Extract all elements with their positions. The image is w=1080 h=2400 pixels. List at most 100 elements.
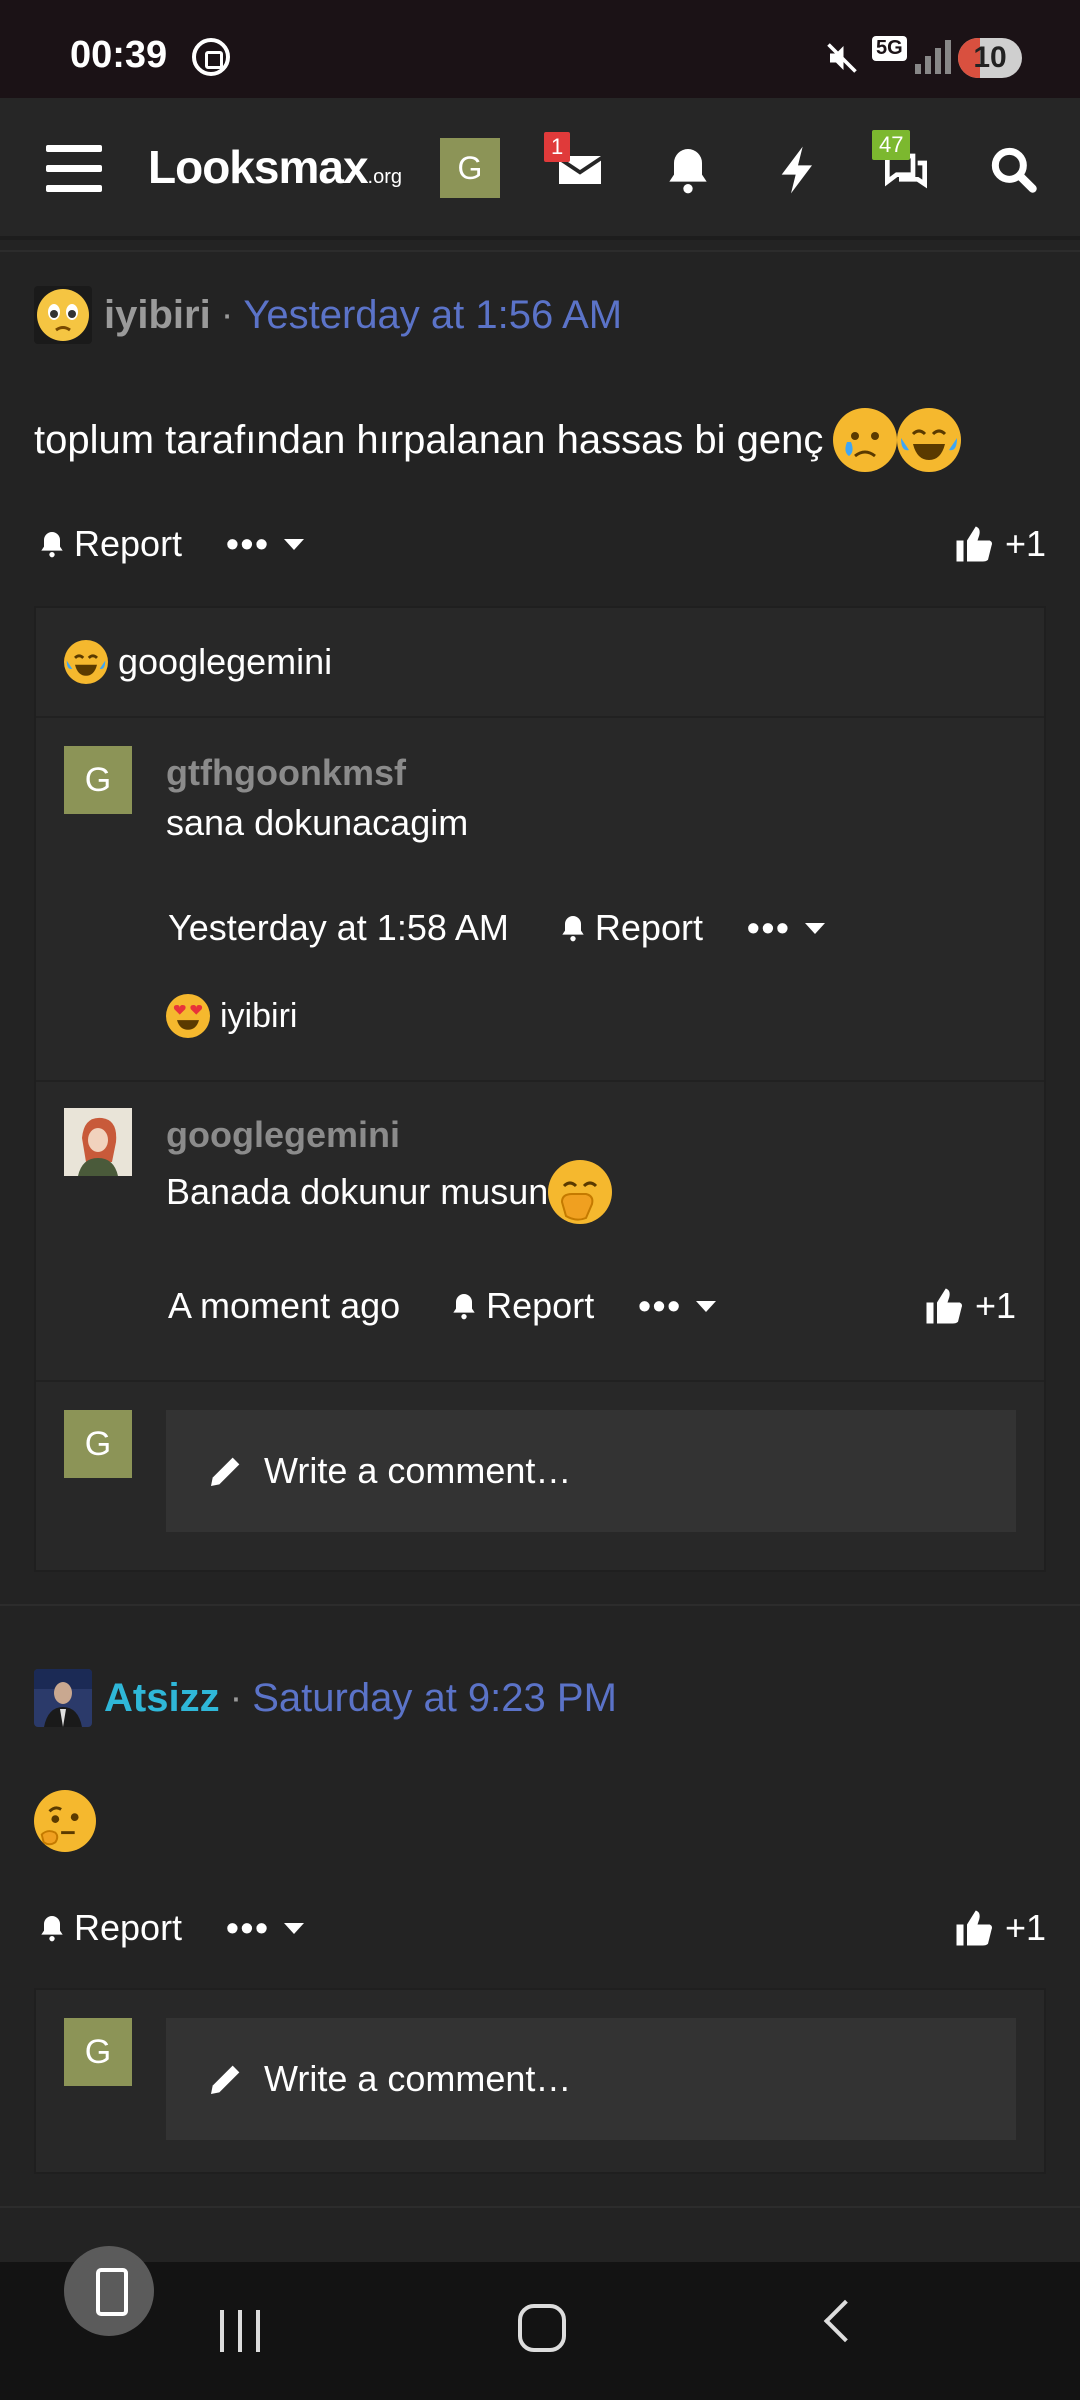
conversations-badge: 47 [872,130,911,160]
search-icon[interactable] [986,142,1042,198]
report-label: Report [74,1907,183,1948]
battery-indicator: 10 [958,38,1022,78]
more-options-button[interactable]: ••• [747,907,825,949]
like-count: +1 [1004,523,1046,564]
pencil-icon [211,1457,240,1486]
hand-over-mouth-icon [548,1160,613,1224]
post-avatar[interactable] [34,286,92,344]
reaction-username: googlegemini [118,641,333,682]
report-label: Report [594,907,703,948]
comment-username[interactable]: gtfhgoonkmsf [166,752,406,794]
user-avatar[interactable]: G [440,138,500,198]
comment-reaction[interactable]: iyibiri [166,994,297,1038]
heart-eyes-icon [166,994,210,1038]
menu-icon[interactable] [46,145,102,193]
crying-face-icon [833,408,898,472]
phone-screen-icon[interactable] [64,2246,154,2336]
write-comment-placeholder: Write a comment… [264,2058,572,2099]
recents-button[interactable] [218,2310,262,2354]
chevron-down-icon [283,1922,304,1934]
chevron-down-icon [696,1300,717,1312]
comment-actions: A moment ago Report ••• +1 [168,1276,1016,1336]
like-button[interactable]: +1 [953,1907,1046,1949]
divider [0,1604,1080,1606]
like-button[interactable]: +1 [923,1285,1016,1327]
pencil-icon [211,2065,240,2094]
post-body: toplum tarafından hırpalanan hassas bi g… [34,408,962,472]
comment-time[interactable]: Yesterday at 1:58 AM [168,907,509,949]
comment-item: G gtfhgoonkmsf sana dokunacagim Yesterda… [36,716,1044,1080]
bell-icon [41,1916,63,1942]
post-actions: Report ••• +1 [36,1898,1046,1958]
signal-icon [915,40,955,74]
home-button[interactable] [518,2304,566,2352]
like-count: +1 [1004,1907,1046,1948]
report-button[interactable]: Report [36,523,182,565]
write-comment-input[interactable]: Write a comment… [166,2018,1016,2140]
post-time[interactable]: Yesterday at 1:56 AM [243,293,622,338]
bell-icon [562,916,584,942]
reactions-summary[interactable]: googlegemini [64,640,332,684]
post-actions: Report ••• +1 [36,514,1046,574]
comment-avatar[interactable]: G [64,2018,132,2086]
comment-avatar[interactable] [64,1108,132,1176]
status-bar: 00:39 5G 10 [0,0,1080,98]
ellipsis-icon: ••• [226,523,270,564]
comment-text: Banada dokunur musun [166,1171,549,1212]
thumbs-up-icon [956,1910,993,1946]
write-comment-input[interactable]: Write a comment… [166,1410,1016,1532]
write-comment-row: G Write a comment… [36,1380,1044,1570]
comment-avatar[interactable]: G [64,1410,132,1478]
chevron-down-icon [804,922,825,934]
comments-block: G Write a comment… [34,1988,1046,2174]
thinking-face-icon [34,1790,96,1852]
separator-dot: · [229,1676,243,1719]
comment-text: sana dokunacagim [166,802,469,843]
conversations-icon[interactable]: 47 [872,130,934,198]
status-time: 00:39 [70,34,168,76]
comment-username[interactable]: googlegemini [166,1114,400,1156]
divider [0,2206,1080,2208]
top-navbar: Looksmax.org G 1 47 [0,98,1080,240]
bell-icon[interactable] [660,142,716,198]
report-label: Report [74,523,183,564]
post-header: Atsizz · Saturday at 9:23 PM [34,1668,617,1728]
report-button[interactable]: Report [448,1285,594,1327]
post-body [34,1790,96,1857]
report-button[interactable]: Report [557,907,703,949]
thumbs-up-icon [956,526,993,562]
post-text: toplum tarafından hırpalanan hassas bi g… [34,417,824,462]
post-header: iyibiri · Yesterday at 1:56 AM [34,285,622,345]
more-options-button[interactable]: ••• [226,523,304,565]
more-options-button[interactable]: ••• [226,1907,304,1949]
report-button[interactable]: Report [36,1907,182,1949]
whatsapp-icon [192,38,230,76]
comment-time[interactable]: A moment ago [168,1285,400,1327]
thumbs-up-icon [926,1288,963,1324]
reaction-username: iyibiri [220,996,298,1035]
like-button[interactable]: +1 [953,523,1046,565]
ellipsis-icon: ••• [746,907,791,948]
chevron-down-icon [283,538,304,550]
comments-block: googlegemini G gtfhgoonkmsf sana dokunac… [34,606,1046,1572]
comment-body: Banada dokunur musun [166,1160,613,1224]
site-logo[interactable]: Looksmax.org [148,140,402,194]
bell-icon [41,532,63,558]
comment-item: googlegemini Banada dokunur musun A mome… [36,1080,1044,1380]
separator-dot: · [220,293,234,336]
bolt-icon[interactable] [770,142,826,198]
post-avatar[interactable] [34,1669,92,1727]
ellipsis-icon: ••• [638,1285,683,1326]
ellipsis-icon: ••• [226,1907,270,1948]
more-options-button[interactable]: ••• [638,1285,717,1327]
post-username[interactable]: iyibiri [104,293,211,338]
write-comment-placeholder: Write a comment… [264,1450,572,1491]
comment-actions: Yesterday at 1:58 AM Report ••• [168,898,1016,958]
laughing-tears-icon [64,640,108,684]
comment-avatar[interactable]: G [64,746,132,814]
inbox-badge: 1 [544,132,571,162]
post-username[interactable]: Atsizz [104,1676,220,1721]
post-time[interactable]: Saturday at 9:23 PM [252,1676,617,1721]
report-label: Report [486,1285,595,1326]
inbox-icon[interactable]: 1 [544,132,608,198]
